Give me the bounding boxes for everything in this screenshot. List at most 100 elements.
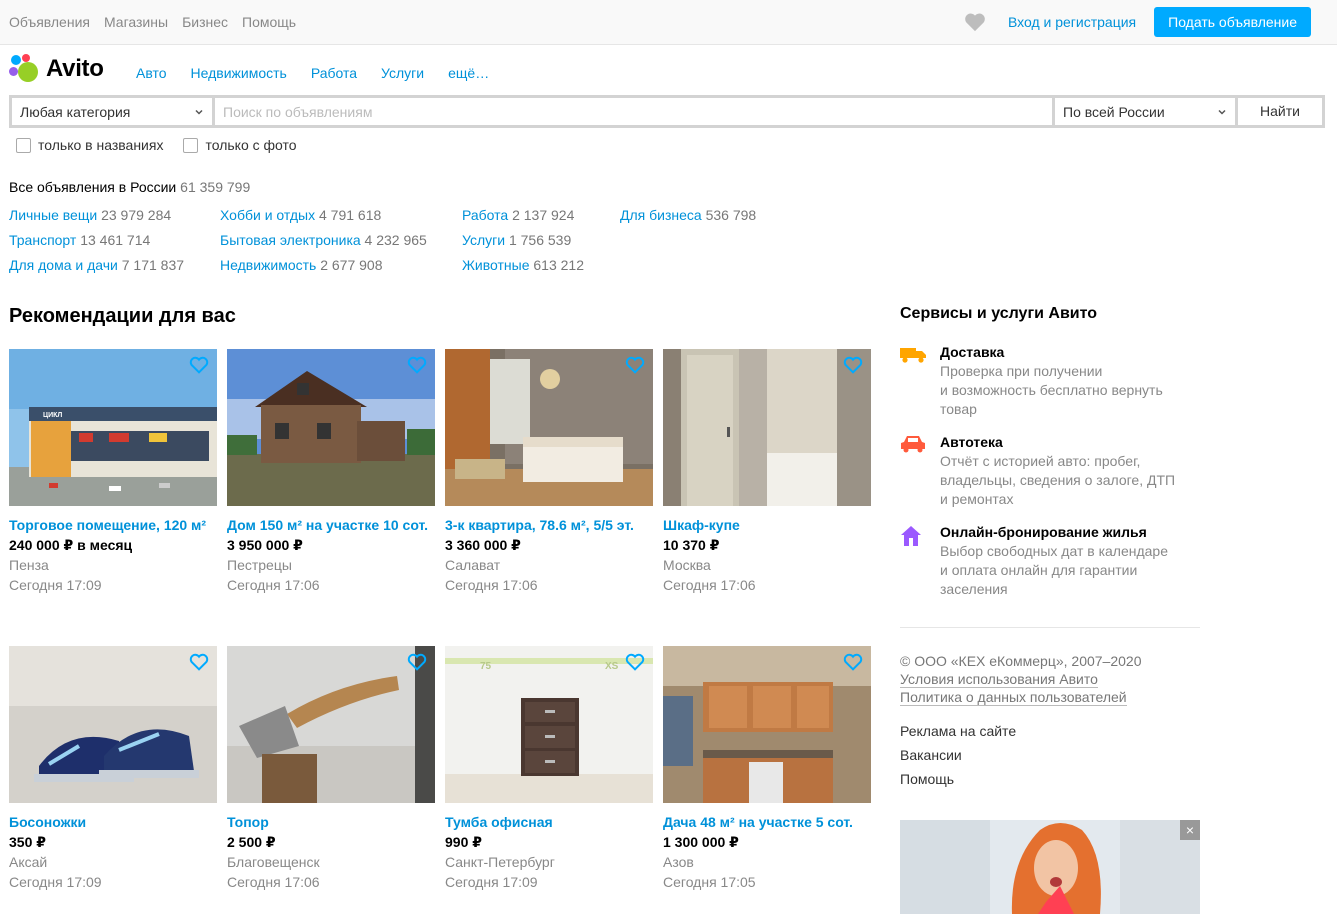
listing-price: 350 ₽ — [9, 834, 46, 850]
listing-photo[interactable]: 75 XS — [445, 646, 653, 803]
category-item[interactable]: Услуги 1 756 539 — [462, 232, 702, 257]
chevron-down-icon — [195, 109, 203, 115]
category-item[interactable]: Для дома и дачи 7 171 837 — [9, 257, 249, 282]
filter-with-photo[interactable]: только с фото — [183, 137, 297, 153]
login-link[interactable]: Вход и регистрация — [1008, 14, 1136, 30]
ad-image — [900, 820, 1200, 914]
listing-photo[interactable] — [227, 646, 435, 803]
listing-card[interactable]: ЦИКЛ Торговое помещение, 120 м² 240 000 … — [9, 349, 217, 595]
footer-link-jobs[interactable]: Вакансии — [900, 743, 1016, 767]
favorite-heart-icon[interactable] — [407, 356, 427, 374]
listing-title[interactable]: Шкаф-купе — [663, 515, 871, 535]
favorite-heart-icon[interactable] — [189, 356, 209, 374]
listing-title[interactable]: Босоножки — [9, 812, 217, 832]
service-booking[interactable]: Онлайн-бронирование жилья Выбор свободны… — [900, 523, 1200, 599]
listing-card[interactable]: Дача 48 м² на участке 5 сот. 1 300 000 ₽… — [663, 646, 871, 892]
listing-card[interactable]: Шкаф-купе 10 370 ₽ Москва Сегодня 17:06 — [663, 349, 871, 595]
favorite-heart-icon[interactable] — [625, 356, 645, 374]
favorite-heart-icon[interactable] — [625, 653, 645, 671]
search-bar: Любая категория По всей России Найти — [9, 95, 1325, 128]
listing-card[interactable]: Босоножки 350 ₽ Аксай Сегодня 17:09 — [9, 646, 217, 892]
filter-titles-only[interactable]: только в названиях — [16, 137, 163, 153]
listing-city: Пенза — [9, 557, 49, 573]
total-label: Все объявления в России — [9, 179, 177, 195]
category-item[interactable]: Недвижимость 2 677 908 — [220, 257, 460, 282]
catnav-more[interactable]: ещё… — [448, 65, 489, 81]
services-sidebar: Сервисы и услуги Авито Доставка Проверка… — [900, 305, 1200, 599]
catnav-services[interactable]: Услуги — [381, 65, 424, 81]
category-item[interactable]: Животные 613 212 — [462, 257, 702, 282]
listing-title[interactable]: Дача 48 м² на участке 5 сот. — [663, 812, 871, 832]
search-input[interactable] — [215, 98, 1052, 125]
with-photo-checkbox[interactable] — [183, 137, 199, 153]
top-nav-help[interactable]: Помощь — [242, 14, 296, 30]
close-icon[interactable]: × — [1180, 820, 1200, 840]
service-autoteka[interactable]: Автотека Отчёт с историей авто: пробег, … — [900, 433, 1200, 509]
favorites-heart-icon[interactable] — [964, 12, 986, 32]
listing-title[interactable]: 3-к квартира, 78.6 м², 5/5 эт. — [445, 515, 653, 535]
service-delivery[interactable]: Доставка Проверка при получении и возмож… — [900, 343, 1200, 419]
favorite-heart-icon[interactable] — [189, 653, 209, 671]
listing-price: 2 500 ₽ — [227, 834, 276, 850]
top-bar: Объявления Магазины Бизнес Помощь Вход и… — [0, 0, 1337, 45]
category-select[interactable]: Любая категория — [12, 98, 212, 125]
favorite-heart-icon[interactable] — [407, 653, 427, 671]
listing-title[interactable]: Тумба офисная — [445, 812, 653, 832]
terms-link[interactable]: Условия использования Авито — [900, 671, 1098, 688]
ad-banner[interactable]: × — [900, 820, 1200, 914]
top-nav-shops[interactable]: Магазины — [104, 14, 168, 30]
listing-date: Сегодня 17:06 — [663, 577, 756, 593]
listing-photo[interactable] — [9, 646, 217, 803]
total-count: 61 359 799 — [180, 179, 251, 195]
listing-price: 990 ₽ — [445, 834, 482, 850]
with-photo-label: только с фото — [205, 137, 297, 153]
footer-link-help[interactable]: Помощь — [900, 767, 1016, 791]
listing-card[interactable]: 3-к квартира, 78.6 м², 5/5 эт. 3 360 000… — [445, 349, 653, 595]
listing-title[interactable]: Дом 150 м² на участке 10 сот. — [227, 515, 435, 535]
top-nav-listings[interactable]: Объявления — [9, 14, 90, 30]
listing-date: Сегодня 17:06 — [227, 874, 320, 890]
footer-link-ads[interactable]: Реклама на сайте — [900, 719, 1016, 743]
category-select-value: Любая категория — [20, 103, 131, 120]
logo-text: Avito — [46, 55, 104, 82]
category-item[interactable]: Хобби и отдых 4 791 618 — [220, 207, 460, 232]
favorite-heart-icon[interactable] — [843, 653, 863, 671]
titles-only-checkbox[interactable] — [16, 137, 31, 153]
category-item[interactable]: Личные вещи 23 979 284 — [9, 207, 249, 232]
listing-card[interactable]: Топор 2 500 ₽ Благовещенск Сегодня 17:06 — [227, 646, 435, 892]
listing-photo[interactable] — [227, 349, 435, 506]
services-title: Сервисы и услуги Авито — [900, 305, 1098, 322]
listing-city: Салават — [445, 557, 501, 573]
total-listings: Все объявления в России 61 359 799 — [9, 179, 250, 195]
avito-logo[interactable]: Avito — [9, 54, 104, 84]
listing-date: Сегодня 17:05 — [663, 874, 756, 890]
listing-photo[interactable]: ЦИКЛ — [9, 349, 217, 506]
listing-photo[interactable] — [663, 646, 871, 803]
top-nav-business[interactable]: Бизнес — [182, 14, 228, 30]
svg-text:XS: XS — [605, 661, 619, 672]
catnav-auto[interactable]: Авто — [136, 65, 167, 81]
listing-photo[interactable] — [445, 349, 653, 506]
category-item[interactable]: Для бизнеса 536 798 — [620, 207, 860, 232]
listing-photo[interactable] — [663, 349, 871, 506]
search-button[interactable]: Найти — [1238, 98, 1322, 125]
favorite-heart-icon[interactable] — [843, 356, 863, 374]
category-item[interactable]: Транспорт 13 461 714 — [9, 232, 249, 257]
catnav-jobs[interactable]: Работа — [311, 65, 357, 81]
privacy-link[interactable]: Политика о данных пользователей — [900, 689, 1127, 706]
listing-city: Пестрецы — [227, 557, 292, 573]
listing-title[interactable]: Торговое помещение, 120 м² — [9, 515, 217, 535]
catnav-realty[interactable]: Недвижимость — [191, 65, 287, 81]
post-ad-button[interactable]: Подать объявление — [1154, 7, 1311, 37]
svg-text:ЦИКЛ: ЦИКЛ — [43, 412, 62, 419]
listing-title[interactable]: Топор — [227, 812, 435, 832]
listing-card[interactable]: Дом 150 м² на участке 10 сот. 3 950 000 … — [227, 349, 435, 595]
listing-city: Москва — [663, 557, 711, 573]
listing-date: Сегодня 17:06 — [227, 577, 320, 593]
listing-card[interactable]: 75 XS Тумба офисная 990 ₽ Санкт-Петербур… — [445, 646, 653, 892]
category-item[interactable]: Бытовая электроника 4 232 965 — [220, 232, 460, 257]
legal-info: © ООО «КЕХ еКоммерц», 2007–2020 Условия … — [900, 652, 1141, 706]
region-select[interactable]: По всей России — [1055, 98, 1235, 125]
sidebar-divider — [900, 627, 1200, 628]
recommendations-title: Рекомендации для вас — [9, 305, 236, 327]
